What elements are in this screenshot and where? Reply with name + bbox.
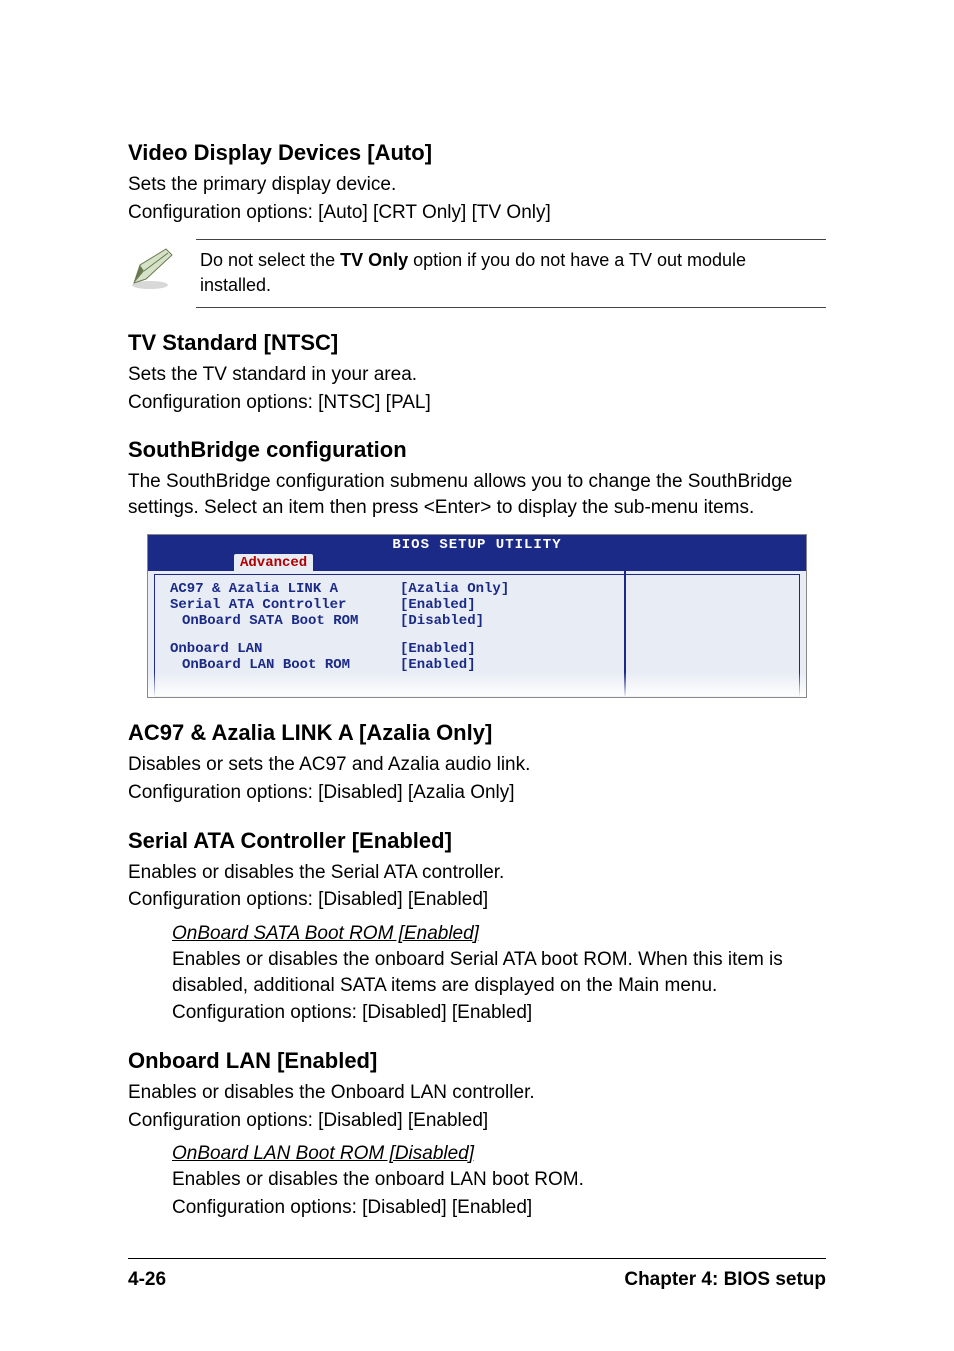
- heading-sata: Serial ATA Controller [Enabled]: [128, 828, 826, 854]
- bios-header: BIOS SETUP UTILITY Advanced: [148, 535, 806, 571]
- bios-setting-value: [Enabled]: [400, 641, 476, 657]
- note-callout: Do not select the TV Only option if you …: [128, 239, 826, 308]
- text-video-line1: Sets the primary display device.: [128, 172, 826, 198]
- pencil-note-icon: [128, 239, 196, 291]
- text-lan-sub-line1: Enables or disables the onboard LAN boot…: [172, 1167, 826, 1193]
- text-video-line2: Configuration options: [Auto] [CRT Only]…: [128, 200, 826, 226]
- bios-setup-screenshot: BIOS SETUP UTILITY Advanced AC97 & Azali…: [147, 534, 807, 698]
- bios-setting-key: Serial ATA Controller: [170, 597, 400, 613]
- text-lan-line2: Configuration options: [Disabled] [Enabl…: [128, 1108, 826, 1134]
- heading-southbridge: SouthBridge configuration: [128, 437, 826, 463]
- bios-row: Onboard LAN[Enabled]: [170, 641, 610, 657]
- note-bold: TV Only: [340, 250, 408, 270]
- bios-row: OnBoard LAN Boot ROM[Enabled]: [170, 657, 610, 673]
- text-sata-line2: Configuration options: [Disabled] [Enabl…: [128, 887, 826, 913]
- text-ac97-line2: Configuration options: [Disabled] [Azali…: [128, 780, 826, 806]
- bios-help-panel: [626, 571, 806, 697]
- text-sata-line1: Enables or disables the Serial ATA contr…: [128, 860, 826, 886]
- text-southbridge-desc: The SouthBridge configuration submenu al…: [128, 469, 826, 520]
- bios-setting-key: AC97 & Azalia LINK A: [170, 581, 400, 597]
- text-lan-line1: Enables or disables the Onboard LAN cont…: [128, 1080, 826, 1106]
- text-ac97-line1: Disables or sets the AC97 and Azalia aud…: [128, 752, 826, 778]
- subheading-lan-boot-rom: OnBoard LAN Boot ROM [Disabled]: [172, 1143, 826, 1165]
- bios-row: Serial ATA Controller[Enabled]: [170, 597, 610, 613]
- text-tv-line2: Configuration options: [NTSC] [PAL]: [128, 390, 826, 416]
- bios-row: OnBoard SATA Boot ROM[Disabled]: [170, 613, 610, 629]
- bios-setting-key: OnBoard SATA Boot ROM: [170, 613, 400, 629]
- bios-tab-advanced: Advanced: [234, 554, 313, 571]
- page-number: 4-26: [128, 1269, 166, 1291]
- heading-video-display: Video Display Devices [Auto]: [128, 140, 826, 166]
- bios-setting-key: OnBoard LAN Boot ROM: [170, 657, 400, 673]
- heading-ac97: AC97 & Azalia LINK A [Azalia Only]: [128, 720, 826, 746]
- bios-title: BIOS SETUP UTILITY: [148, 537, 806, 553]
- bios-setting-value: [Enabled]: [400, 657, 476, 673]
- bios-setting-value: [Azalia Only]: [400, 581, 509, 597]
- footer-rule: [128, 1258, 826, 1259]
- bios-setting-value: [Disabled]: [400, 613, 484, 629]
- subheading-sata-boot-rom: OnBoard SATA Boot ROM [Enabled]: [172, 923, 826, 945]
- subitem-lan-boot-rom: OnBoard LAN Boot ROM [Disabled] Enables …: [172, 1143, 826, 1220]
- chapter-label: Chapter 4: BIOS setup: [624, 1269, 826, 1291]
- heading-onboard-lan: Onboard LAN [Enabled]: [128, 1048, 826, 1074]
- page-footer: 4-26 Chapter 4: BIOS setup: [128, 1269, 826, 1291]
- note-pre: Do not select the: [200, 250, 340, 270]
- bios-setting-value: [Enabled]: [400, 597, 476, 613]
- text-sata-sub-line2: Configuration options: [Disabled] [Enabl…: [172, 1000, 826, 1026]
- subitem-sata-boot-rom: OnBoard SATA Boot ROM [Enabled] Enables …: [172, 923, 826, 1026]
- bios-row: AC97 & Azalia LINK A[Azalia Only]: [170, 581, 610, 597]
- bios-setting-key: Onboard LAN: [170, 641, 400, 657]
- text-lan-sub-line2: Configuration options: [Disabled] [Enabl…: [172, 1195, 826, 1221]
- text-sata-sub-line1: Enables or disables the onboard Serial A…: [172, 947, 826, 998]
- text-tv-line1: Sets the TV standard in your area.: [128, 362, 826, 388]
- heading-tv-standard: TV Standard [NTSC]: [128, 330, 826, 356]
- bios-settings-panel: AC97 & Azalia LINK A[Azalia Only]Serial …: [148, 571, 626, 697]
- note-text: Do not select the TV Only option if you …: [196, 239, 826, 308]
